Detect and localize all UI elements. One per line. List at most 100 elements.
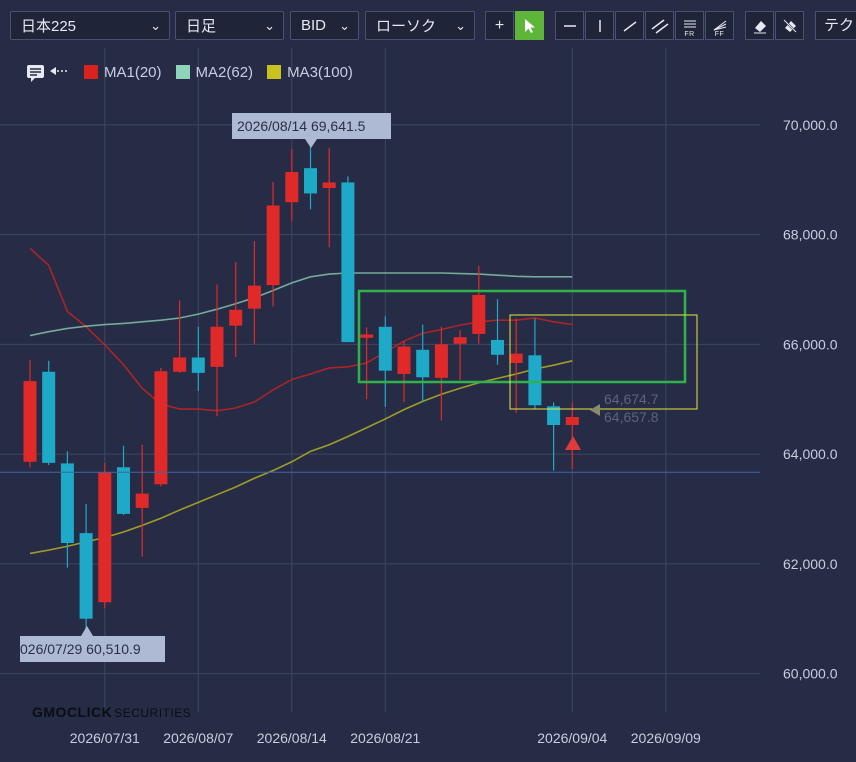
candle-body [191, 357, 205, 373]
candle-body [247, 285, 261, 309]
legend-item-ma2[interactable]: MA2(62) [175, 63, 254, 81]
candle[interactable] [79, 504, 93, 646]
candle[interactable] [434, 326, 448, 421]
y-tick-label: 66,000.0 [783, 336, 838, 352]
candle[interactable] [173, 300, 187, 373]
ma2-swatch [175, 65, 190, 79]
candle-body [491, 339, 504, 355]
candle[interactable] [547, 402, 561, 471]
candle[interactable] [378, 316, 392, 407]
ma1-label: MA1(20) [104, 63, 162, 81]
candle[interactable] [98, 462, 112, 609]
price-label-2: 64,657.8 [604, 409, 659, 425]
candle-body [434, 344, 448, 378]
candle[interactable] [117, 445, 130, 515]
x-tick-label: 2026/09/09 [631, 730, 701, 746]
ma-line-3 [29, 360, 573, 555]
legend-tools[interactable] [26, 62, 70, 82]
candle[interactable] [154, 367, 168, 487]
price-marker-icon [590, 404, 600, 416]
candle-body [79, 533, 93, 619]
candle-body [229, 309, 243, 326]
brand-suffix: SECURITIES [114, 706, 192, 720]
y-tick-label: 62,000.0 [783, 556, 838, 572]
candle-body [98, 472, 112, 603]
candle[interactable] [210, 284, 224, 417]
ma1-swatch [84, 65, 98, 79]
candle-body [509, 353, 523, 363]
candle[interactable] [397, 341, 411, 402]
candle[interactable] [491, 299, 504, 365]
legend-item-ma1[interactable]: MA1(20) [84, 64, 162, 81]
candle[interactable] [60, 451, 74, 568]
candle[interactable] [322, 147, 336, 248]
ma3-swatch [267, 65, 282, 79]
high-callout: 2026/08/14 69,641.5 [232, 113, 391, 148]
y-tick-label: 60,000.0 [783, 666, 838, 682]
candles [23, 144, 579, 646]
candle[interactable] [565, 402, 579, 469]
price-label-1: 64,674.7 [604, 391, 659, 407]
candle-body [154, 371, 168, 485]
candle[interactable] [341, 176, 355, 343]
candlestick-chart[interactable]: 70,000.0 68,000.0 66,000.0 64,000.0 62,000.0… [0, 0, 856, 762]
candle-body [397, 346, 411, 374]
candle[interactable] [266, 181, 280, 307]
legend-collapse-icon[interactable] [26, 62, 70, 82]
candle-body [360, 334, 374, 338]
candle-body [210, 326, 224, 367]
x-tick-label: 2026/08/21 [350, 730, 420, 746]
candle[interactable] [42, 360, 56, 466]
brand-name: GMOCLICK [32, 704, 113, 720]
candle-body [60, 463, 74, 543]
candle-body [42, 371, 56, 463]
y-tick-label: 64,000.0 [783, 446, 838, 462]
brand-logo: GMOCLICK SECURITIES [32, 704, 191, 720]
candle-body [285, 172, 299, 203]
x-axis: 2026/07/31 2026/08/07 2026/08/14 2026/08/21… [70, 730, 701, 746]
y-tick-label: 70,000.0 [783, 117, 838, 133]
candle-body [322, 182, 336, 188]
candle-body [341, 182, 355, 343]
candle[interactable] [528, 318, 542, 410]
candle[interactable] [285, 148, 299, 222]
low-callout-text: 026/07/29 60,510.9 [20, 641, 141, 657]
candle[interactable] [304, 144, 317, 210]
candle-body [135, 493, 149, 508]
low-callout: 026/07/29 60,510.9 [20, 626, 165, 662]
candle-body [416, 349, 430, 378]
legend: MA1(20) MA2(62) MA3(100) [26, 62, 367, 82]
ma-line-2 [29, 272, 573, 337]
x-tick-label: 2026/07/31 [70, 730, 140, 746]
candle[interactable] [453, 330, 467, 380]
up-arrow-icon [565, 436, 581, 450]
x-tick-label: 2026/08/14 [257, 730, 327, 746]
candle[interactable] [247, 241, 261, 345]
candle[interactable] [229, 262, 243, 357]
candle-body [23, 381, 37, 462]
ma-line-1 [29, 247, 573, 412]
candle-body [117, 467, 130, 514]
ma3-label: MA3(100) [287, 63, 353, 81]
candle-body [565, 417, 579, 425]
candle-body [528, 355, 542, 406]
candle[interactable] [191, 326, 205, 391]
candle[interactable] [23, 360, 37, 468]
candle[interactable] [135, 444, 149, 557]
candle[interactable] [509, 318, 523, 413]
candle-body [304, 168, 317, 194]
ma2-label: MA2(62) [195, 63, 254, 81]
y-axis: 70,000.0 68,000.0 66,000.0 64,000.0 62,000.0… [783, 117, 838, 682]
candle-body [378, 326, 392, 371]
candle-body [266, 205, 280, 286]
high-callout-text: 2026/08/14 69,641.5 [237, 118, 366, 134]
x-tick-label: 2026/09/04 [537, 730, 607, 746]
candle-body [472, 294, 486, 334]
candle[interactable] [472, 265, 486, 344]
candle-body [453, 337, 467, 344]
legend-item-ma3[interactable]: MA3(100) [267, 64, 353, 81]
candle[interactable] [416, 324, 430, 402]
y-tick-label: 68,000.0 [783, 227, 838, 243]
x-tick-label: 2026/08/07 [163, 730, 233, 746]
moving-averages [29, 247, 573, 555]
